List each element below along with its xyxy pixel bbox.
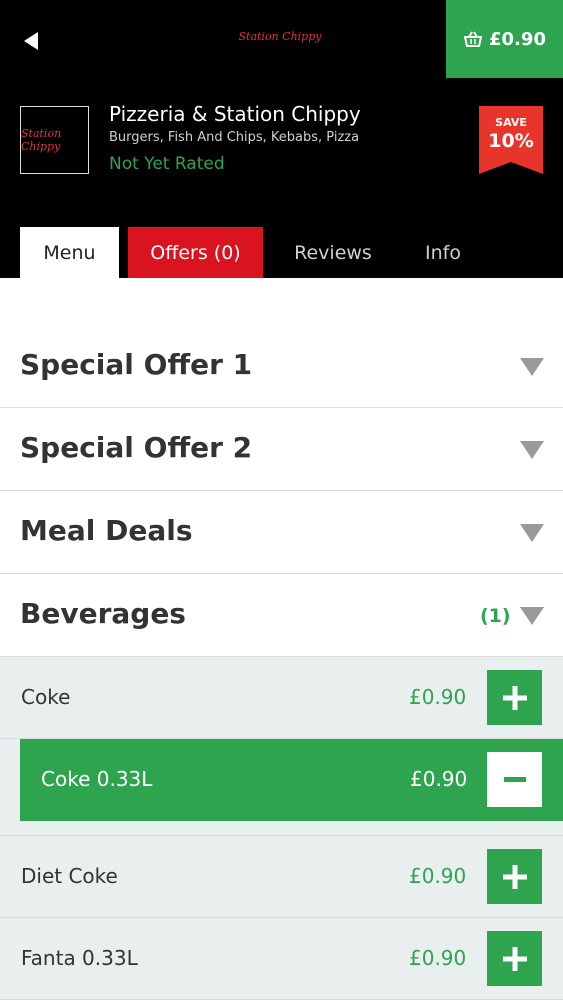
add-item-button[interactable]	[487, 670, 542, 725]
chevron-down-icon	[520, 441, 544, 459]
plus-icon	[502, 864, 527, 889]
remove-item-button[interactable]	[487, 752, 542, 807]
save-label: SAVE	[495, 116, 527, 129]
category-special-offer-1[interactable]: Special Offer 1	[0, 326, 563, 408]
category-title: Meal Deals	[20, 514, 193, 547]
menu-item-fanta[interactable]: Fanta 0.33L £0.90	[0, 918, 563, 1000]
basket-total: £0.90	[489, 28, 546, 50]
plus-icon	[502, 946, 527, 971]
back-arrow-icon	[24, 32, 38, 50]
tab-menu[interactable]: Menu	[20, 227, 119, 278]
chevron-down-icon	[520, 358, 544, 376]
item-price: £0.90	[409, 946, 467, 970]
item-name: Coke	[21, 685, 71, 709]
selected-option-coke-033l[interactable]: Coke 0.33L £0.90	[20, 739, 563, 821]
restaurant-rating: Not Yet Rated	[109, 154, 225, 174]
chevron-down-icon	[520, 607, 544, 625]
restaurant-logo: Station Chippy	[20, 106, 89, 174]
option-name: Coke 0.33L	[41, 767, 153, 791]
item-price: £0.90	[409, 864, 467, 888]
category-special-offer-2[interactable]: Special Offer 2	[0, 409, 563, 491]
category-title: Special Offer 1	[20, 348, 253, 381]
save-percent: 10%	[488, 130, 534, 152]
category-title: Special Offer 2	[20, 431, 253, 464]
save-badge: SAVE 10%	[479, 106, 543, 174]
category-count: (1)	[480, 605, 511, 627]
category-title: Beverages	[20, 597, 186, 630]
item-price: £0.90	[409, 685, 467, 709]
plus-icon	[502, 685, 527, 710]
add-item-button[interactable]	[487, 849, 542, 904]
minus-icon	[503, 776, 526, 782]
basket-icon	[463, 31, 483, 47]
header-logo: Station Chippy	[238, 30, 322, 43]
restaurant-cuisines: Burgers, Fish And Chips, Kebabs, Pizza	[109, 130, 360, 145]
tab-offers[interactable]: Offers (0)	[128, 227, 263, 278]
tab-reviews[interactable]: Reviews	[272, 227, 394, 278]
back-button[interactable]	[18, 28, 44, 54]
category-beverages[interactable]: Beverages (1)	[0, 575, 563, 657]
chevron-down-icon	[520, 524, 544, 542]
item-name: Diet Coke	[21, 864, 118, 888]
restaurant-name: Pizzeria & Station Chippy	[109, 102, 361, 126]
restaurant-logo-text: Station Chippy	[21, 127, 62, 153]
tab-info[interactable]: Info	[403, 227, 483, 278]
basket-button[interactable]: £0.90	[446, 0, 563, 78]
restaurant-header: Station Chippy £0.90 Station Chippy Pizz…	[0, 0, 563, 278]
menu-item-diet-coke[interactable]: Diet Coke £0.90	[0, 836, 563, 918]
menu-item-coke[interactable]: Coke £0.90	[0, 657, 563, 739]
option-price: £0.90	[410, 767, 468, 791]
item-name: Fanta 0.33L	[21, 946, 138, 970]
category-meal-deals[interactable]: Meal Deals	[0, 492, 563, 574]
add-item-button[interactable]	[487, 931, 542, 986]
